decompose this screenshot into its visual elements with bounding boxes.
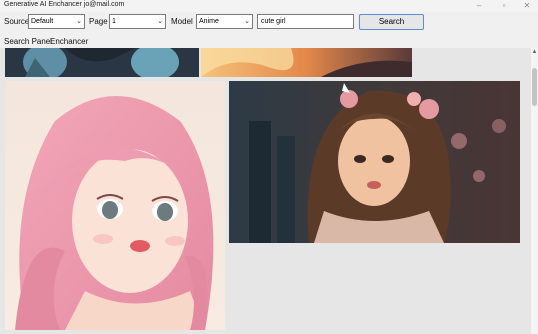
window-title: Generative AI Enchancer jo@mail.com	[4, 1, 125, 8]
chevron-down-icon: ⌄	[244, 18, 250, 25]
search-button[interactable]: Search	[359, 14, 424, 30]
close-icon[interactable]: ✕	[516, 0, 538, 12]
tab-search-panel[interactable]: Search Panel	[4, 37, 52, 46]
model-dropdown[interactable]: Anime ⌄	[196, 14, 253, 29]
source-label: Source	[4, 17, 30, 26]
scroll-up-icon[interactable]: ▲	[531, 48, 538, 56]
source-dropdown[interactable]: Default ⌄	[28, 14, 85, 29]
model-value: Anime	[199, 18, 219, 25]
maximize-icon[interactable]: ▫	[493, 0, 515, 12]
results-panel	[0, 48, 531, 334]
search-input[interactable]: cute girl	[257, 14, 354, 29]
chevron-down-icon: ⌄	[157, 18, 163, 25]
result-image[interactable]	[5, 48, 199, 77]
page-label: Page	[89, 17, 108, 26]
scrollbar-thumb[interactable]	[532, 68, 537, 106]
result-image[interactable]	[5, 81, 225, 330]
chevron-down-icon: ⌄	[76, 18, 82, 25]
tab-enchancer[interactable]: Enchancer	[50, 37, 88, 46]
tab-strip: Search Panel Enchancer	[0, 37, 538, 48]
page-value: 1	[112, 18, 116, 25]
page-dropdown[interactable]: 1 ⌄	[109, 14, 166, 29]
result-image[interactable]	[201, 48, 412, 77]
toolbar: Source Default ⌄ Page 1 ⌄ Model Anime ⌄ …	[0, 12, 538, 34]
vertical-scrollbar[interactable]: ▲	[531, 48, 538, 334]
title-bar: Generative AI Enchancer jo@mail.com – ▫ …	[0, 0, 538, 12]
result-image[interactable]	[229, 81, 520, 243]
minimize-icon[interactable]: –	[468, 0, 490, 12]
model-label: Model	[171, 17, 193, 26]
source-value: Default	[31, 18, 54, 25]
